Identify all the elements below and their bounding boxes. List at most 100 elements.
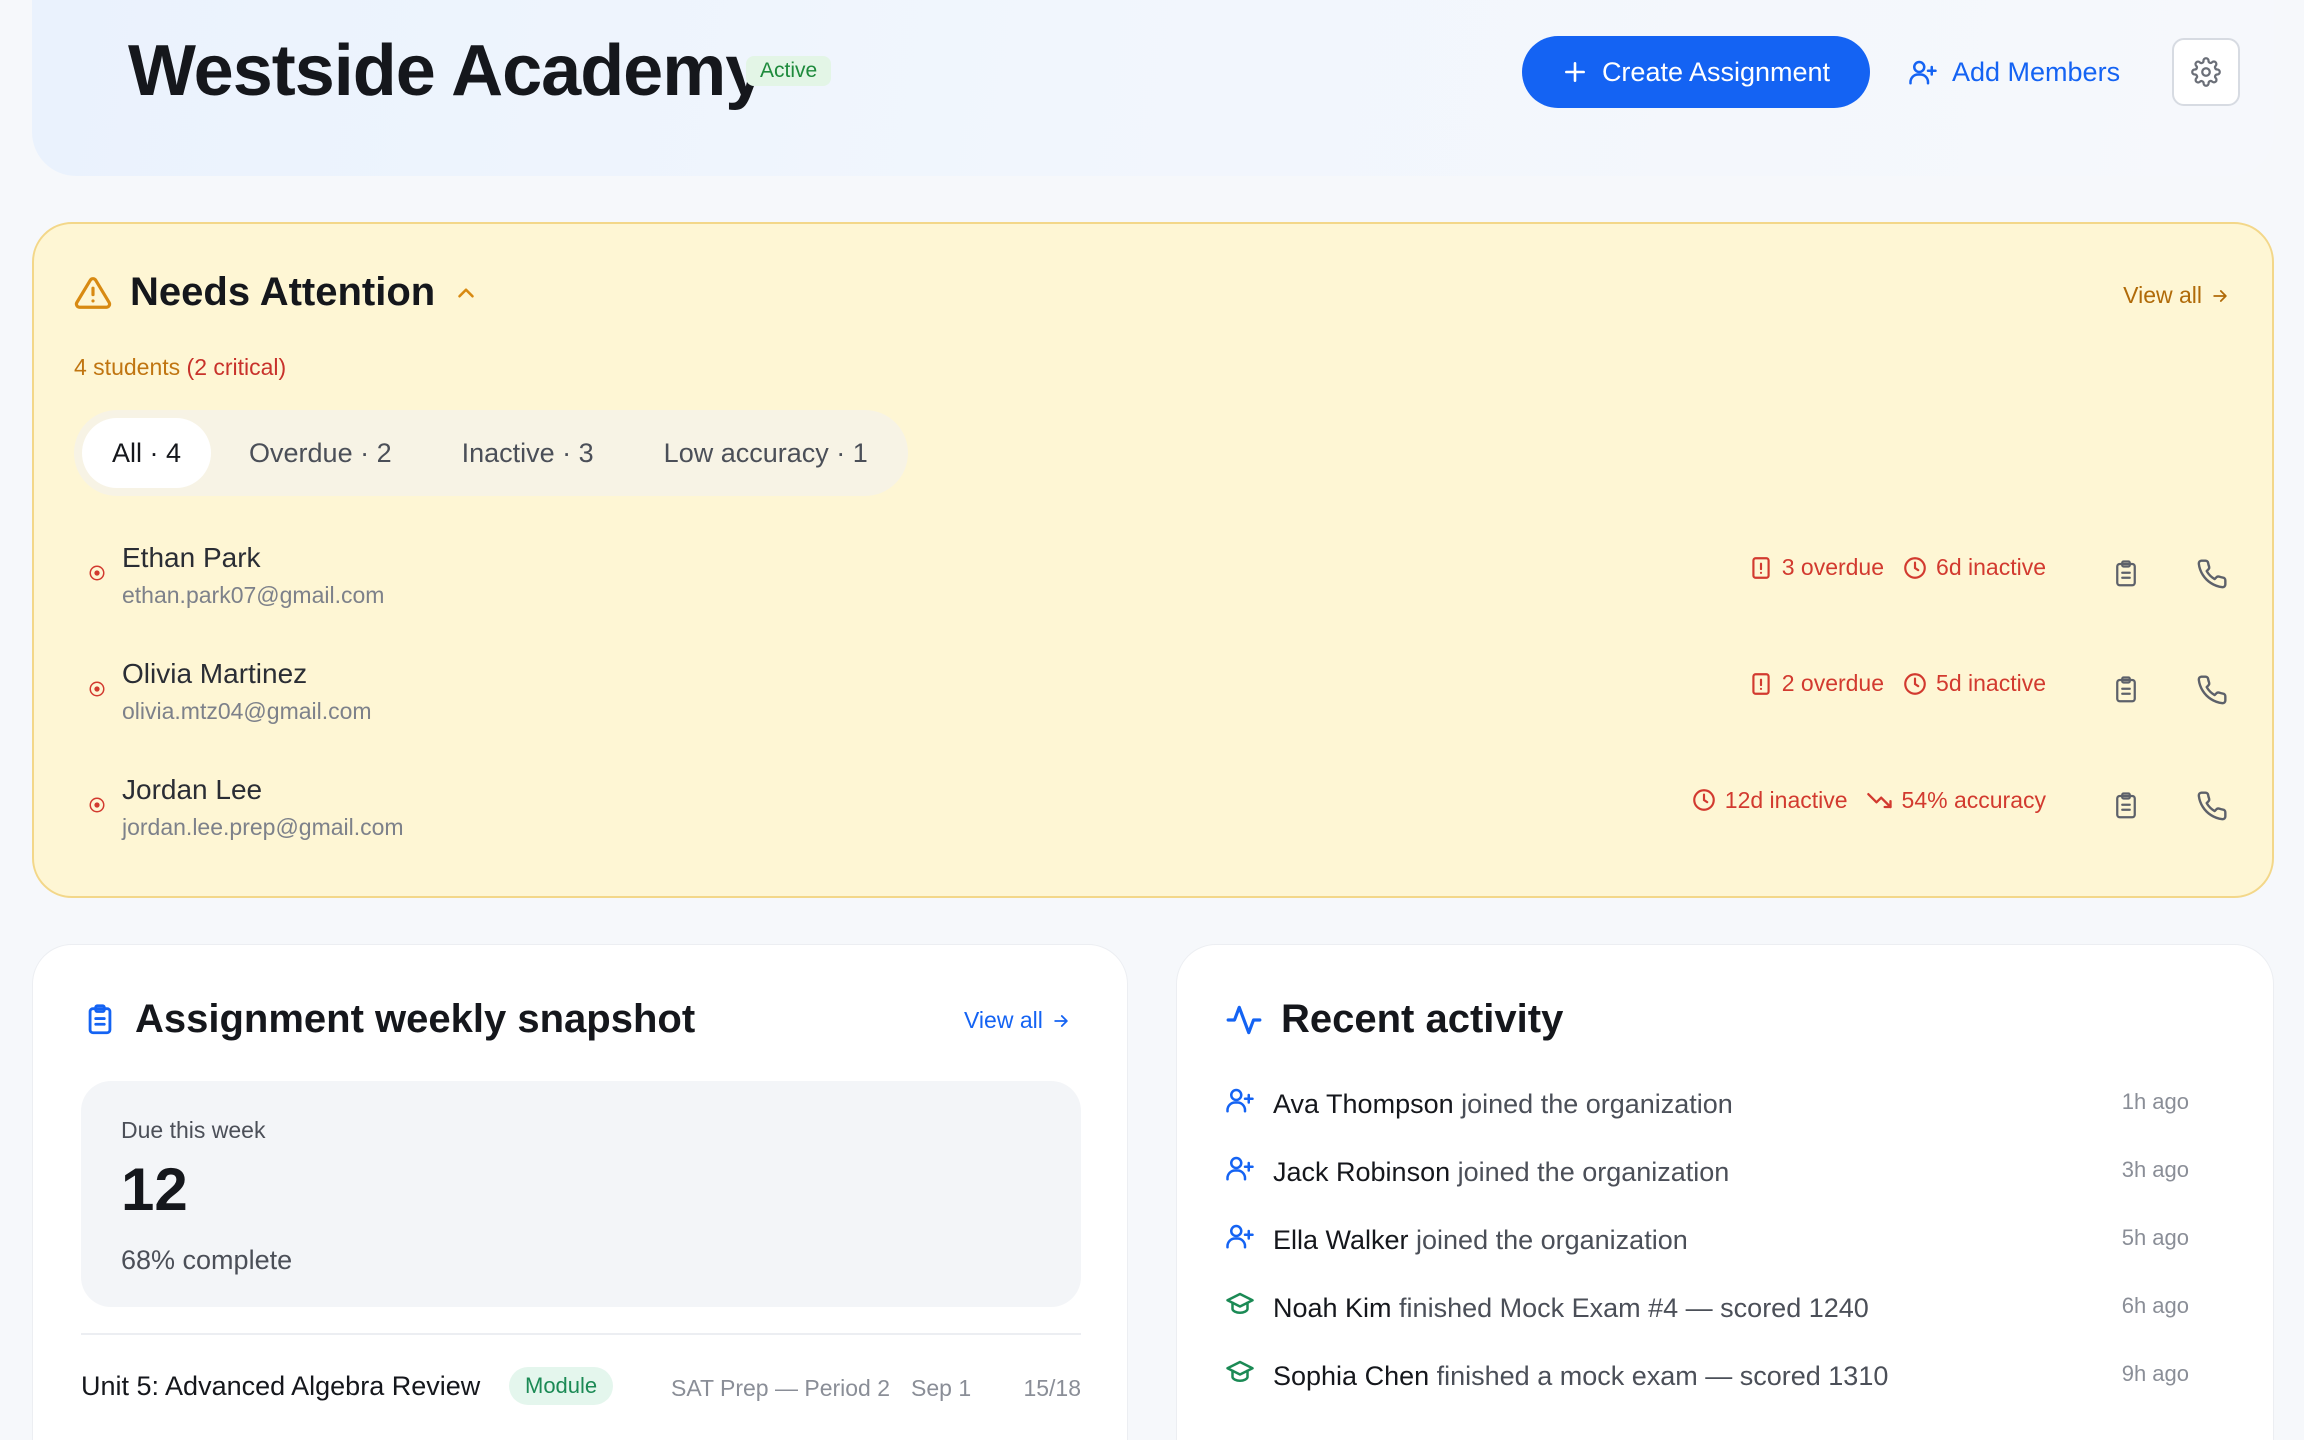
graduation-cap-icon — [1226, 1292, 1254, 1314]
filter-tab-low-accuracy[interactable]: Low accuracy · 1 — [632, 418, 900, 488]
overdue-text: 3 overdue — [1781, 554, 1885, 580]
activity-actor: Ava Thompson — [1273, 1089, 1454, 1119]
attention-count: 4 students (2 critical) — [74, 354, 286, 381]
activity-time: 5h ago — [2121, 1225, 2189, 1250]
activity-actor: Sophia Chen — [1273, 1361, 1430, 1391]
critical-count: (2 critical) — [186, 354, 287, 380]
activity-actor: Noah Kim — [1273, 1293, 1392, 1323]
settings-button[interactable] — [2172, 38, 2240, 106]
activity-action: finished Mock Exam #4 — scored 1240 — [1391, 1293, 1869, 1323]
phone-icon[interactable] — [2192, 786, 2232, 826]
assignment-row[interactable]: Unit 5: Advanced Algebra Review Module S… — [81, 1363, 1081, 1413]
assignment-completion-count: 15/18 — [1023, 1375, 1081, 1401]
clock-icon — [1904, 672, 1926, 695]
add-members-button[interactable]: Add Members — [1908, 36, 2120, 108]
assignment-name: Unit 5: Advanced Algebra Review — [81, 1371, 481, 1401]
student-email: ethan.park07@gmail.com — [122, 582, 385, 608]
plus-icon — [1564, 62, 1585, 82]
assignment-snapshot-header: Assignment weekly snapshot — [83, 997, 695, 1042]
activity-time: 3h ago — [2121, 1157, 2189, 1182]
assignment-snapshot-title: Assignment weekly snapshot — [135, 997, 696, 1041]
arrow-right-icon — [2213, 289, 2227, 302]
student-row[interactable]: Olivia Martinez olivia.mtz04@gmail.com 2… — [34, 650, 2272, 750]
assignment-snapshot-card: Assignment weekly snapshot View all Due … — [32, 944, 1128, 1440]
recent-activity-title: Recent activity — [1281, 997, 1564, 1041]
arrow-right-icon — [1054, 1014, 1068, 1027]
student-row[interactable]: Jordan Lee jordan.lee.prep@gmail.com 12d… — [34, 766, 2272, 866]
attention-view-all-link[interactable]: View all — [2123, 282, 2230, 309]
attention-filter-tabs: All · 4 Overdue · 2 Inactive · 3 Low acc… — [74, 410, 908, 496]
activity-pulse-icon — [1226, 1005, 1262, 1034]
activity-action: finished a mock exam — scored 1310 — [1429, 1361, 1889, 1391]
filter-tab-inactive[interactable]: Inactive · 3 — [430, 418, 626, 488]
activity-time: 1h ago — [2121, 1089, 2189, 1114]
activity-action: joined the organization — [1450, 1157, 1730, 1187]
student-row[interactable]: Ethan Park ethan.park07@gmail.com 3 over… — [34, 534, 2272, 634]
activity-item: Jack Robinson joined the organization 3h… — [1225, 1149, 2225, 1195]
activity-item: Ava Thompson joined the organization 1h … — [1225, 1081, 2225, 1127]
phone-icon[interactable] — [2192, 554, 2232, 594]
clipboard-icon — [88, 1003, 112, 1034]
alert-circle-icon — [89, 681, 105, 697]
assignment-type-badge: Module — [509, 1367, 614, 1405]
activity-text: Jack Robinson joined the organization — [1273, 1157, 1729, 1188]
status-badge: Active — [746, 56, 832, 86]
assignments-clipboard-icon[interactable] — [2106, 786, 2146, 826]
create-assignment-button[interactable]: Create Assignment — [1522, 36, 1870, 108]
warning-triangle-icon — [74, 276, 112, 309]
accuracy-tag: 54% accuracy — [1866, 786, 2046, 814]
activity-item: Ella Walker joined the organization 5h a… — [1225, 1217, 2225, 1263]
assignment-due-date: Sep 1 — [911, 1375, 972, 1401]
accuracy-text: 54% accuracy — [1901, 786, 2046, 813]
activity-text: Ella Walker joined the organization — [1273, 1225, 1688, 1256]
overdue-tag: 2 overdue — [1748, 670, 1884, 697]
attention-view-all-label: View all — [2123, 282, 2202, 308]
user-plus-icon — [1226, 1088, 1254, 1113]
student-count: 4 students — [74, 354, 181, 380]
assignments-clipboard-icon[interactable] — [2106, 554, 2146, 594]
inactive-text: 5d inactive — [1936, 670, 2046, 696]
student-tags: 12d inactive 54% accuracy — [1691, 786, 2046, 814]
needs-attention-title: Needs Attention — [130, 270, 436, 314]
divider — [81, 1333, 1081, 1335]
needs-attention-panel: Needs Attention View all 4 students (2 c… — [32, 222, 2274, 898]
due-this-week-count: 12 — [121, 1156, 188, 1223]
alert-file-icon — [1752, 556, 1770, 579]
alert-file-icon — [1752, 672, 1770, 695]
page-header: Westside Academy Active Create Assignmen… — [32, 0, 2274, 176]
needs-attention-header[interactable]: Needs Attention — [74, 270, 479, 315]
student-email: olivia.mtz04@gmail.com — [122, 698, 372, 724]
activity-text: Noah Kim finished Mock Exam #4 — scored … — [1273, 1293, 1869, 1324]
clock-icon — [1904, 556, 1926, 579]
alert-circle-icon — [89, 565, 105, 581]
filter-tab-overdue[interactable]: Overdue · 2 — [217, 418, 424, 488]
student-name: Jordan Lee — [122, 774, 263, 805]
activity-text: Sophia Chen finished a mock exam — score… — [1273, 1361, 1888, 1392]
filter-tab-all[interactable]: All · 4 — [82, 418, 212, 488]
recent-activity-header: Recent activity — [1225, 997, 1563, 1042]
student-email: jordan.lee.prep@gmail.com — [122, 814, 404, 840]
inactive-tag: 12d inactive — [1691, 787, 1848, 814]
overdue-tag: 3 overdue — [1748, 554, 1884, 581]
phone-icon[interactable] — [2192, 670, 2232, 710]
add-members-label: Add Members — [1952, 56, 2121, 87]
assignments-clipboard-icon[interactable] — [2106, 670, 2146, 710]
user-plus-icon — [1909, 60, 1937, 85]
activity-action: joined the organization — [1453, 1089, 1733, 1119]
completion-percent: 68% complete — [121, 1245, 293, 1275]
activity-action: joined the organization — [1408, 1225, 1688, 1255]
chevron-up-icon[interactable] — [453, 280, 479, 306]
user-plus-icon — [1226, 1224, 1254, 1249]
inactive-tag: 6d inactive — [1902, 554, 2046, 581]
due-this-week-box: Due this week 12 68% complete — [81, 1081, 1081, 1307]
activity-item: Sophia Chen finished a mock exam — score… — [1225, 1353, 2225, 1399]
student-name: Ethan Park — [122, 542, 261, 573]
activity-time: 9h ago — [2121, 1361, 2189, 1386]
activity-item: Noah Kim finished Mock Exam #4 — scored … — [1225, 1285, 2225, 1331]
assignments-view-all-link[interactable]: View all — [964, 1007, 1071, 1034]
student-tags: 3 overdue 6d inactive — [1748, 554, 2046, 581]
alert-circle-icon — [89, 797, 105, 813]
activity-actor: Jack Robinson — [1273, 1157, 1451, 1187]
assignments-view-all-label: View all — [964, 1007, 1043, 1033]
user-plus-icon — [1226, 1156, 1254, 1181]
